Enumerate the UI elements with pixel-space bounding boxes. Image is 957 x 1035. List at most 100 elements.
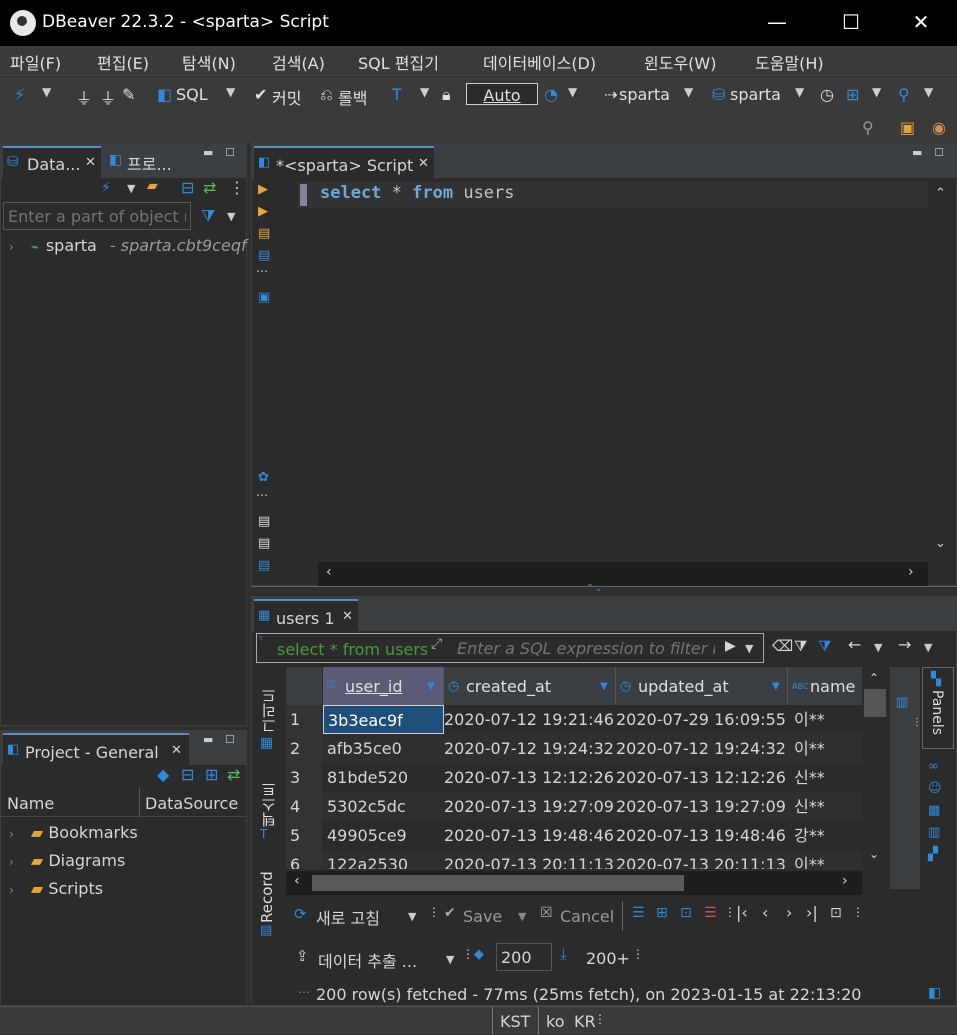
open-perspective-icon[interactable]: ▣ [900, 118, 915, 137]
close-icon[interactable]: ✕ [418, 156, 429, 171]
minimize-view-icon[interactable]: ▬ [203, 146, 213, 159]
value-panel-icon[interactable]: ▞ [928, 847, 938, 862]
cell-name[interactable]: 신** [794, 763, 862, 792]
explain-plan-icon[interactable]: ▤ [258, 248, 270, 263]
sort-icon[interactable]: ▼ [427, 667, 435, 707]
filter-history-dropdown-icon[interactable]: ▼ [745, 642, 753, 655]
cell-user_id[interactable]: afb35ce0 [327, 734, 444, 763]
cell-updated_at[interactable]: 2020-07-29 16:09:55 [616, 705, 788, 734]
cell-name[interactable]: 강** [794, 821, 862, 850]
chevron-down-icon[interactable]: ▼ [420, 85, 429, 99]
filter-settings-icon[interactable]: ⧩ [794, 637, 807, 655]
panels-toggle[interactable]: ▚ Panels [922, 667, 954, 749]
menu-sql-editor[interactable]: SQL 편집기 [358, 50, 439, 74]
table-row[interactable]: 1 3b3eac9f 2020-07-12 19:21:46 2020-07-2… [286, 705, 862, 734]
chevron-down-icon[interactable]: ▼ [684, 85, 693, 99]
menu-help[interactable]: 도움말(H) [755, 50, 824, 74]
cell-created_at[interactable]: 2020-07-13 19:27:09 [444, 792, 616, 821]
chevron-right-icon[interactable]: › [842, 873, 848, 889]
apply-filter-icon[interactable]: ▶ [725, 638, 736, 654]
avatar[interactable]: ◉ [932, 118, 946, 137]
table-row[interactable]: 2 afb35ce0 2020-07-12 19:24:32 2020-07-1… [286, 734, 862, 763]
terminal-icon[interactable]: ▣ [258, 290, 270, 305]
refresh-icon[interactable]: ⟳ [294, 905, 307, 923]
menu-search[interactable]: 검색(A) [272, 50, 325, 74]
fetch-size-input[interactable] [496, 943, 552, 971]
more-icon[interactable]: ⋮ [912, 717, 922, 728]
cell-created_at[interactable]: 2020-07-12 19:21:46 [444, 705, 616, 734]
sql-button[interactable]: SQL [176, 85, 208, 104]
navigator-filter-input[interactable] [3, 202, 191, 230]
cell-updated_at[interactable]: 2020-07-13 20:11:13 [616, 850, 788, 869]
import-icon[interactable]: ▤ [258, 536, 270, 551]
auto-commit-toggle[interactable]: Auto [466, 83, 538, 105]
chevron-down-icon[interactable]: ⌄ [869, 847, 879, 861]
add-row-icon[interactable]: ⊞ [656, 905, 668, 921]
tab-project-general[interactable]: ◧ Project - General ✕ [3, 733, 189, 765]
invalidate-icon[interactable]: ✎ [122, 85, 135, 104]
column-header-user_id[interactable]: ⚿ user_id ▼ [323, 667, 444, 705]
search-icon[interactable]: ⚲ [898, 85, 910, 104]
chevron-left-icon[interactable]: ‹ [294, 873, 300, 889]
rollback-button[interactable]: 롤백 [338, 85, 367, 109]
chevron-right-icon[interactable]: › [9, 827, 14, 841]
grid-icon[interactable]: ▦ [260, 735, 273, 751]
tab-grid-view[interactable]: 그리드 [258, 673, 279, 733]
cell-user_id[interactable]: 122a2530 [327, 850, 444, 869]
chevron-down-icon[interactable]: ▼ [127, 182, 135, 195]
refresh-button[interactable]: 새로 고침 [316, 905, 380, 929]
column-name[interactable]: Name [7, 794, 54, 813]
tree-item-scripts[interactable]: › ▰ Scripts [9, 879, 103, 898]
more-icon[interactable]: ⋯ [256, 264, 268, 278]
cell-updated_at[interactable]: 2020-07-13 19:48:46 [616, 821, 788, 850]
table-row[interactable]: 4 5302c5dc 2020-07-13 19:27:09 2020-07-1… [286, 792, 862, 821]
fullscreen-icon[interactable]: ⊡ [830, 905, 842, 921]
execute-statement-icon[interactable]: ▶ [258, 182, 268, 197]
cell-updated_at[interactable]: 2020-07-12 19:24:32 [616, 734, 788, 763]
table-row[interactable]: 3 81bde520 2020-07-13 12:12:26 2020-07-1… [286, 763, 862, 792]
tab-text-view[interactable]: 텍스트 [258, 767, 279, 827]
status-panel-icon[interactable]: ◧ [928, 985, 941, 1001]
new-connection-icon[interactable]: ⚡ [14, 85, 25, 104]
minimize-button[interactable]: — [762, 10, 792, 36]
commit-button[interactable]: 커밋 [272, 85, 301, 109]
export-icon[interactable]: ⇪ [296, 947, 309, 965]
editor-results-splitter[interactable]: ⌃⌄ [251, 583, 957, 594]
filter-icon[interactable]: ⧩ [201, 206, 215, 226]
expand-icon[interactable]: ⤢ [431, 636, 442, 652]
sql-editor-icon[interactable]: ◧ [157, 85, 172, 104]
editor-vertical-scrollbar[interactable]: ⌃ ⌄ [928, 178, 954, 562]
table-row[interactable]: 6 122a2530 2020-07-13 20:11:13 2020-07-1… [286, 850, 862, 869]
fetch-more-button[interactable]: 200+ [586, 949, 630, 968]
cell-updated_at[interactable]: 2020-07-13 12:12:26 [616, 763, 788, 792]
back-arrow-icon[interactable]: ← [848, 635, 861, 654]
connect-icon[interactable]: ⏚ [76, 85, 92, 109]
rollback-icon[interactable]: ⎌ [320, 85, 333, 105]
close-icon[interactable]: ✕ [85, 155, 96, 170]
tab-sparta-script[interactable]: ◧ *<sparta> Script ✕ [254, 146, 434, 178]
tree-item-bookmarks[interactable]: › ▰ Bookmarks [9, 823, 138, 842]
chevron-down-icon[interactable]: ▼ [795, 85, 804, 99]
configure-icon[interactable]: ◆ [157, 765, 169, 784]
chevron-down-icon[interactable]: ▼ [568, 85, 577, 99]
query-preview[interactable]: select * from users [277, 640, 427, 659]
minimize-view-icon[interactable]: ▬ [203, 733, 213, 746]
menu-navigate[interactable]: 탐색(N) [182, 50, 236, 74]
column-header-updated_at[interactable]: ◷ updated_at ▼ [616, 667, 788, 705]
more-icon[interactable]: ⋮ [632, 947, 644, 961]
first-page-icon[interactable]: |‹ [736, 903, 748, 922]
chevron-right-icon[interactable]: › [908, 564, 914, 580]
more-icon[interactable]: ⋮ [462, 947, 474, 961]
chevron-down-icon[interactable]: ▼ [518, 910, 526, 923]
cell-user_id[interactable]: 5302c5dc [327, 792, 444, 821]
cell-created_at[interactable]: 2020-07-13 20:11:13 [444, 850, 616, 869]
close-icon[interactable]: ✕ [342, 609, 353, 624]
delete-row-icon[interactable]: ☰ [704, 905, 717, 921]
chevron-up-icon[interactable]: ⌃ [935, 186, 946, 201]
tab-record-view[interactable]: Record [258, 859, 276, 923]
cell-name[interactable]: 이** [794, 705, 862, 734]
link-editor-icon[interactable]: ⇄ [227, 765, 240, 784]
chevron-down-icon[interactable]: ▼ [924, 641, 932, 654]
chevron-down-icon[interactable]: ▼ [924, 85, 933, 99]
forward-arrow-icon[interactable]: → [898, 635, 911, 654]
